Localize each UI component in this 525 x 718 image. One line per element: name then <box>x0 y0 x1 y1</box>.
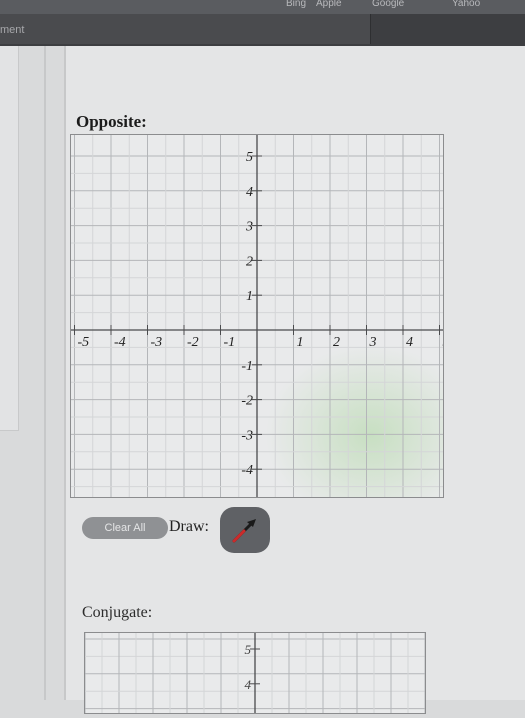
draw-label: Draw: <box>169 518 209 535</box>
x-tick-label: -3 <box>151 335 163 350</box>
bookmark-apple[interactable]: Apple <box>316 0 342 9</box>
x-tick-label: 2 <box>333 335 340 350</box>
y-tick-label: 3 <box>244 712 252 713</box>
bookmark-google[interactable]: Google <box>372 0 404 9</box>
conjugate-graph[interactable]: 5 4 3 <box>84 632 426 718</box>
y-tick-label: -1 <box>241 359 253 374</box>
x-tick-label: 4 <box>406 335 413 350</box>
tab-title: ment <box>0 24 25 36</box>
line-arrow-icon <box>232 519 256 543</box>
y-tick-label: 5 <box>246 150 253 165</box>
y-tick-label: 4 <box>245 677 252 692</box>
y-tick-label: 2 <box>246 254 253 269</box>
x-tick-label: -4 <box>114 335 126 350</box>
x-tick-label: -1 <box>224 335 236 350</box>
x-tick-label: 1 <box>297 335 304 350</box>
y-tick-label: 5 <box>245 642 252 657</box>
bookmark-yahoo[interactable]: Yahoo <box>452 0 480 9</box>
x-tick-label: -2 <box>187 335 199 350</box>
browser-tab[interactable]: ment <box>0 14 371 44</box>
draw-tool-button[interactable] <box>220 507 270 553</box>
x-tick-label: -5 <box>78 335 90 350</box>
side-panel <box>0 46 19 431</box>
y-tick-label: 4 <box>246 185 253 200</box>
y-tick-label: -2 <box>241 394 253 409</box>
clear-all-button[interactable]: Clear All <box>82 517 168 539</box>
section-title-opposite: Opposite: <box>76 112 147 131</box>
y-tick-label: -3 <box>241 428 253 443</box>
bookmark-bing[interactable]: Bing <box>286 0 306 9</box>
x-tick-label: 5 <box>443 335 444 350</box>
x-tick-label: 3 <box>369 335 377 350</box>
section-title-conjugate: Conjugate: <box>82 604 153 621</box>
opposite-graph[interactable]: -5-4-3-2-11234554321-1-2-3-4-5 <box>70 134 450 513</box>
y-tick-label: 3 <box>245 220 253 235</box>
divider <box>44 46 46 700</box>
coordinate-grid[interactable]: -5-4-3-2-11234554321-1-2-3-4-5 <box>71 135 450 513</box>
coordinate-grid[interactable]: 5 4 3 <box>84 633 426 718</box>
y-tick-label: 1 <box>246 289 253 304</box>
y-tick-label: -4 <box>241 463 253 478</box>
tab-strip: ment <box>0 14 525 46</box>
bookmarks-bar: Bing Apple Google Yahoo <box>0 0 525 14</box>
